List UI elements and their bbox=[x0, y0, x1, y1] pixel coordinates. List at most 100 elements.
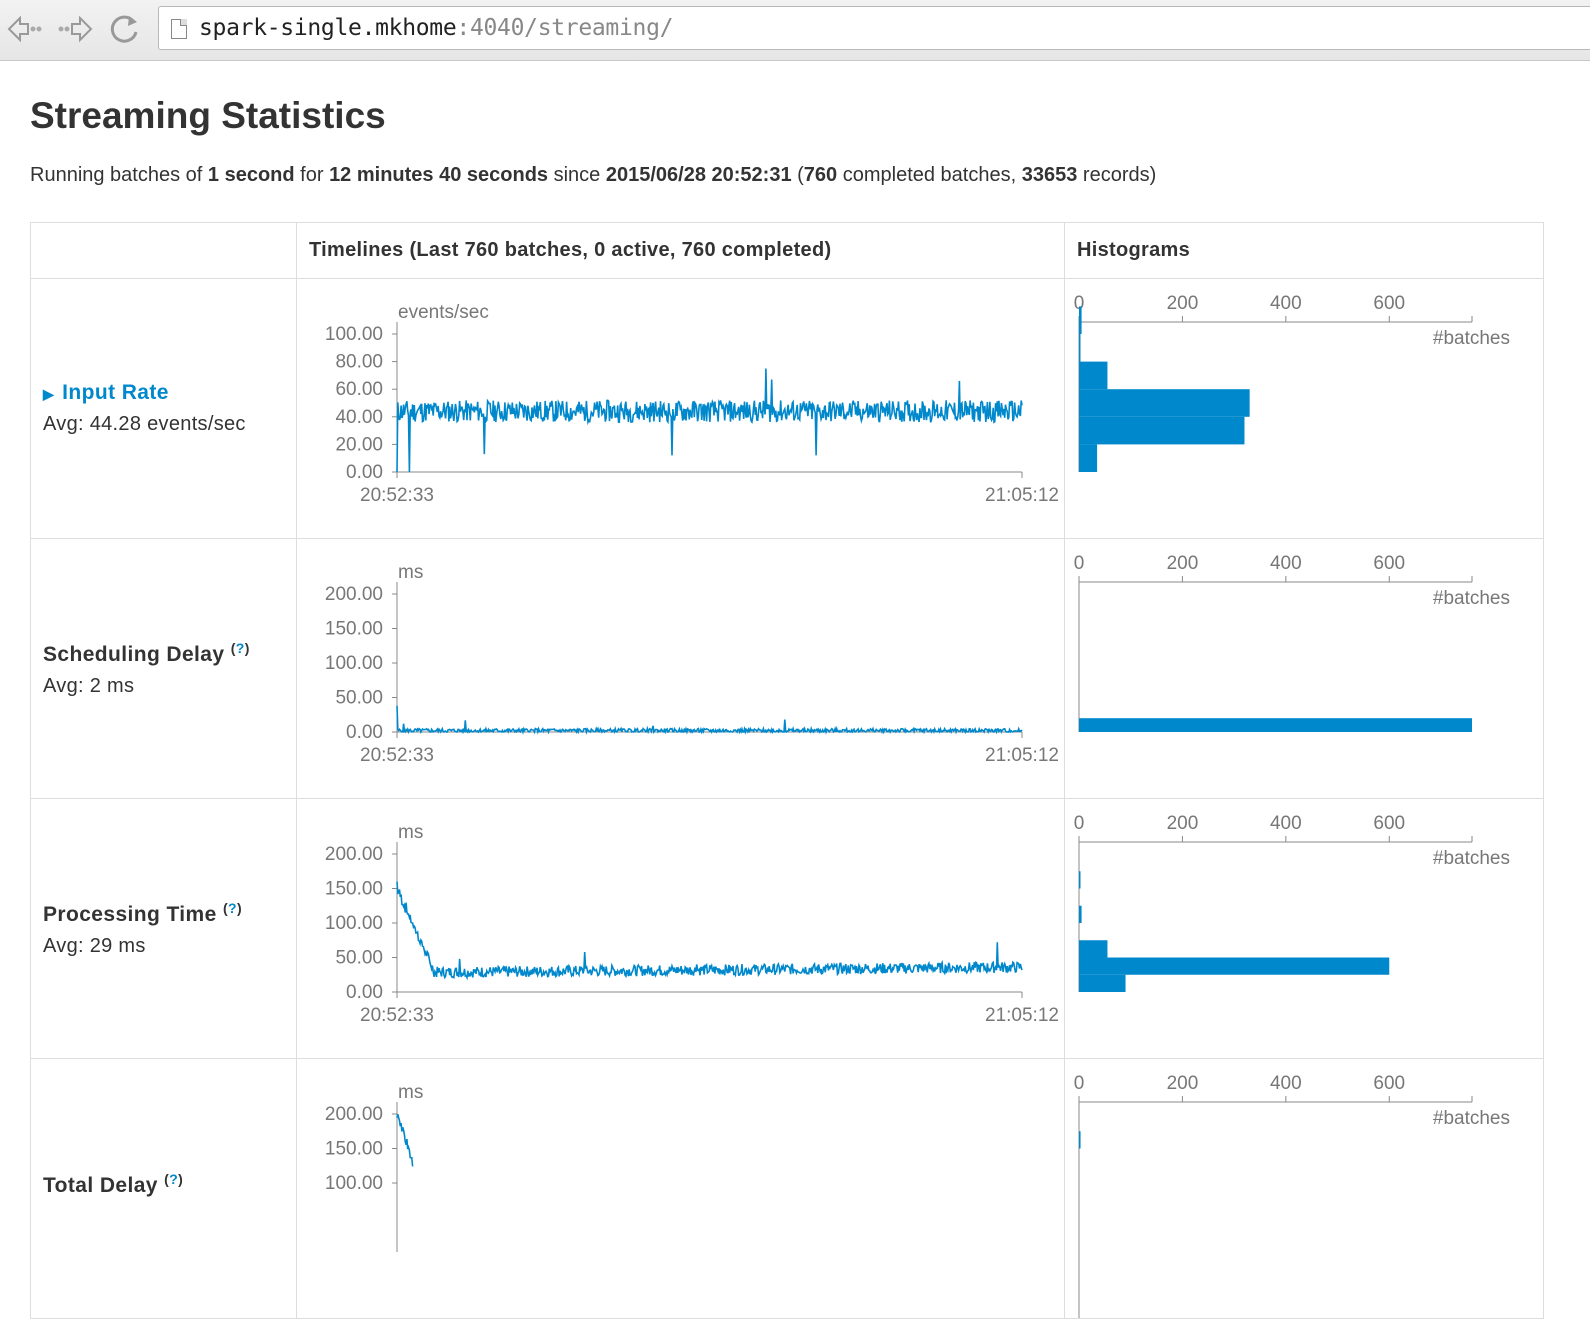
metric-avg: Avg: 2 ms bbox=[43, 674, 135, 697]
reload-icon bbox=[110, 15, 138, 43]
timeline-series-line[interactable] bbox=[396, 881, 1023, 981]
x-tick-label: 0 bbox=[1074, 553, 1085, 574]
y-tick-label: 150.00 bbox=[325, 879, 383, 900]
metric-name: Processing Time bbox=[43, 902, 217, 926]
metric-label-cell: ▶ Input Rate Avg: 44.28 events/sec bbox=[30, 278, 297, 539]
histogram-bar[interactable] bbox=[1079, 905, 1082, 923]
y-tick-label: 200.00 bbox=[325, 584, 383, 605]
y-unit-label: ms bbox=[398, 822, 423, 843]
histogram-bar[interactable] bbox=[1079, 974, 1126, 992]
address-bar[interactable]: spark-single.mkhome:4040/streaming/ bbox=[158, 6, 1590, 50]
x-tick-label: 600 bbox=[1373, 293, 1405, 314]
metric-name: Total Delay bbox=[43, 1174, 158, 1197]
x-end-label: 21:05:12 bbox=[985, 745, 1059, 766]
total-delay-histogram[interactable]: 0 200 400 600 #batches bbox=[1065, 1059, 1544, 1318]
x-tick-label: 600 bbox=[1373, 553, 1405, 574]
y-tick-label: 50.00 bbox=[335, 688, 383, 709]
x-tick-label: 200 bbox=[1167, 553, 1199, 574]
metric-avg: Avg: 44.28 events/sec bbox=[43, 413, 246, 435]
x-end-label: 21:05:12 bbox=[985, 485, 1059, 506]
x-tick-label: 400 bbox=[1270, 813, 1302, 834]
timeline-series-line[interactable] bbox=[396, 1114, 414, 1167]
x-tick-label: 0 bbox=[1074, 1073, 1085, 1094]
x-tick-label: 600 bbox=[1373, 813, 1405, 834]
input-rate-histogram[interactable]: 0 200 400 600#batches bbox=[1065, 279, 1544, 538]
x-axis-label: #batches bbox=[1433, 588, 1510, 609]
metric-name: Scheduling Delay bbox=[43, 642, 225, 666]
page-title: Streaming Statistics bbox=[30, 95, 386, 136]
timeline-series-line[interactable] bbox=[396, 705, 1023, 736]
header-empty bbox=[30, 222, 297, 279]
forward-button[interactable] bbox=[56, 10, 96, 48]
histogram-bar[interactable] bbox=[1079, 334, 1081, 362]
histogram-cell: 0 200 400 600 #batches bbox=[1064, 278, 1544, 539]
metric-row-scheduling-delay: Scheduling Delay (?) Avg: 2 ms ms 200.00 1… bbox=[30, 538, 1544, 799]
timeline-axes: ms 200.00 150.00 100.00 bbox=[325, 1082, 423, 1252]
histogram-bar[interactable] bbox=[1079, 940, 1108, 958]
histogram-bar[interactable] bbox=[1079, 718, 1472, 732]
help-tooltip[interactable]: (?) bbox=[164, 1171, 183, 1187]
y-tick-label: 80.00 bbox=[335, 352, 383, 373]
x-start-label: 20:52:33 bbox=[360, 745, 434, 766]
y-tick-label: 50.00 bbox=[335, 948, 383, 969]
help-question-icon[interactable]: ? bbox=[236, 640, 245, 656]
y-tick-label: 150.00 bbox=[325, 1139, 383, 1160]
table-header-row: Timelines (Last 760 batches, 0 active, 7… bbox=[30, 222, 1544, 279]
histogram-bar[interactable] bbox=[1079, 871, 1081, 889]
help-tooltip[interactable]: (?) bbox=[231, 640, 250, 656]
y-tick-label: 150.00 bbox=[325, 619, 383, 640]
help-question-icon[interactable]: ? bbox=[169, 1171, 178, 1187]
histogram-bar[interactable] bbox=[1079, 1131, 1081, 1149]
y-unit-label: ms bbox=[398, 1082, 423, 1103]
back-button[interactable] bbox=[4, 10, 44, 48]
scheduling-delay-histogram[interactable]: 0 200 400 600 #batches bbox=[1065, 539, 1544, 798]
histogram-cell: 0 200 400 600 #batches bbox=[1064, 1058, 1544, 1319]
scheduling-delay-timeline[interactable]: ms 200.00 150.00 100.00 50.00 0.0020:52:33 21:… bbox=[297, 539, 1065, 798]
histogram-bar[interactable] bbox=[1079, 389, 1250, 417]
x-axis-label: #batches bbox=[1433, 328, 1510, 349]
histogram-bar[interactable] bbox=[1079, 444, 1098, 472]
input-rate-timeline[interactable]: events/sec 100.00 80.00 60.00 40.00 20.00 0.00… bbox=[297, 279, 1065, 538]
histogram-bar[interactable] bbox=[1079, 306, 1082, 334]
timeline-cell: ms 200.00 150.00 100.00 50.00 0.00 20:52:33 21:… bbox=[296, 538, 1065, 799]
back-arrow-icon bbox=[7, 15, 42, 43]
timeline-cell: ms 200.00 150.00 100.00 50.00 0.00 20:52:33 21:… bbox=[296, 798, 1065, 1059]
y-tick-label: 20.00 bbox=[335, 434, 383, 455]
x-tick-label: 0 bbox=[1074, 813, 1085, 834]
histogram-bar[interactable] bbox=[1079, 361, 1108, 390]
y-tick-label: 200.00 bbox=[325, 1104, 383, 1125]
y-tick-label: 100.00 bbox=[325, 653, 383, 674]
x-tick-label: 200 bbox=[1167, 293, 1199, 314]
x-tick-label: 200 bbox=[1167, 813, 1199, 834]
url-text[interactable]: spark-single.mkhome:4040/streaming/ bbox=[199, 15, 673, 41]
help-question-icon[interactable]: ? bbox=[228, 900, 237, 916]
processing-time-histogram[interactable]: 0 200 400 600 #batches bbox=[1065, 799, 1544, 1058]
input-rate-toggle[interactable]: ▶ Input Rate bbox=[43, 381, 296, 405]
y-unit-label: events/sec bbox=[398, 302, 489, 323]
processing-time-timeline[interactable]: ms 200.00 150.00 100.00 50.00 0.0020:52:33 21:… bbox=[297, 799, 1065, 1058]
histogram-bar[interactable] bbox=[1079, 416, 1245, 445]
stat-table: Timelines (Last 760 batches, 0 active, 7… bbox=[30, 222, 1544, 1319]
metric-name: Input Rate bbox=[62, 381, 169, 404]
browser-toolbar: spark-single.mkhome:4040/streaming/ bbox=[0, 0, 1590, 61]
metric-name-row: Total Delay (?) bbox=[43, 1171, 296, 1198]
timeline-series-line[interactable] bbox=[396, 368, 1023, 473]
y-tick-label: 200.00 bbox=[325, 844, 383, 865]
x-axis-label: #batches bbox=[1433, 848, 1510, 869]
x-tick-label: 400 bbox=[1270, 1073, 1302, 1094]
total-delay-timeline[interactable]: ms 200.00 150.00 100.00 bbox=[297, 1059, 1065, 1318]
x-end-label: 21:05:12 bbox=[985, 1005, 1059, 1026]
forward-arrow-icon bbox=[58, 15, 93, 43]
reload-button[interactable] bbox=[104, 10, 144, 48]
page-icon bbox=[171, 19, 187, 39]
histogram-axes: 0 200 400 600 #batches bbox=[1074, 553, 1510, 732]
histogram-cell: 0 200 400 600 #batches bbox=[1064, 798, 1544, 1059]
x-tick-label: 400 bbox=[1270, 553, 1302, 574]
help-tooltip[interactable]: (?) bbox=[223, 900, 242, 916]
y-tick-label: 40.00 bbox=[335, 407, 383, 428]
histogram-bar[interactable] bbox=[1079, 957, 1390, 975]
header-histograms: Histograms bbox=[1064, 222, 1544, 279]
summary-text: Running batches of 1 second for 12 minut… bbox=[30, 164, 1157, 186]
y-tick-label: 60.00 bbox=[335, 379, 383, 400]
y-tick-label: 0.00 bbox=[346, 982, 383, 1003]
